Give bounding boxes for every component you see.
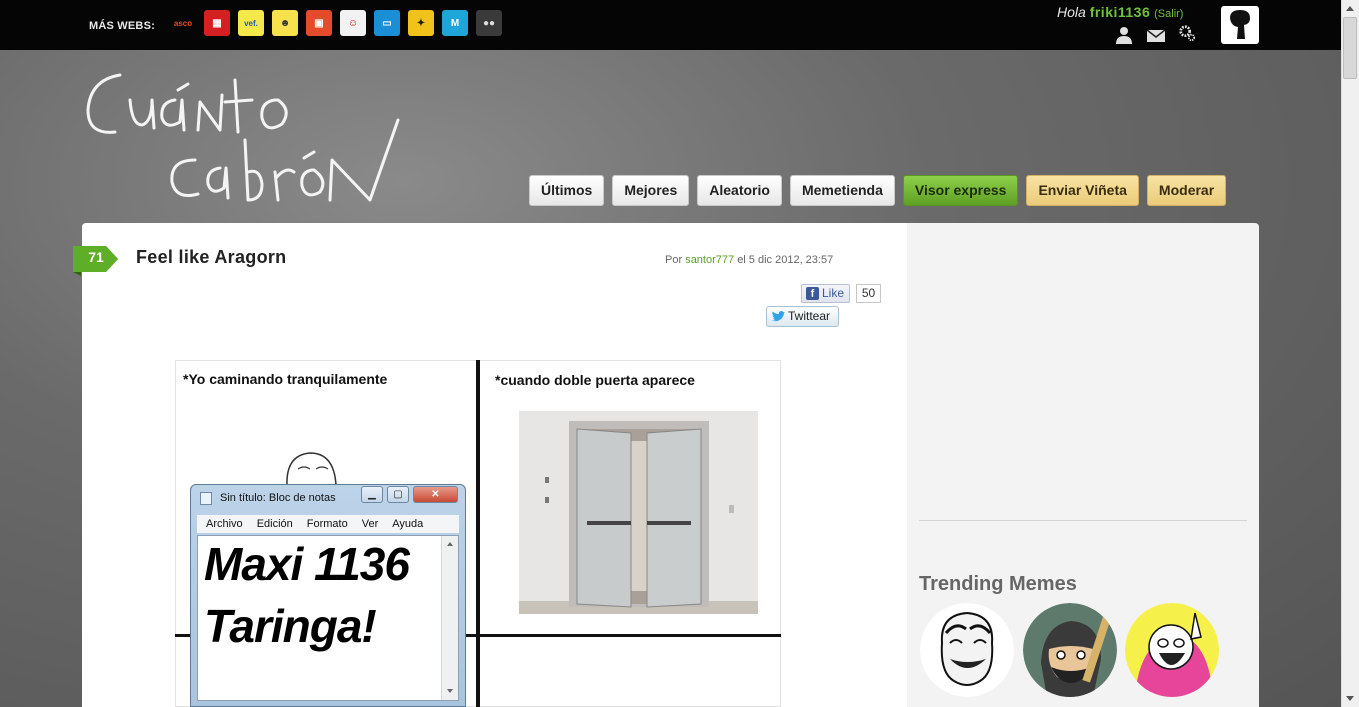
picture-site-icon[interactable]: ▣ bbox=[306, 10, 332, 36]
notepad-app-icon bbox=[200, 492, 212, 505]
like-count: 50 bbox=[856, 284, 881, 303]
panel1-caption: *Yo caminando tranquilamente bbox=[183, 371, 388, 387]
trending-meme-yao-ming[interactable] bbox=[920, 603, 1014, 697]
trending-meme-all-the-things[interactable] bbox=[1125, 603, 1219, 697]
nav-aleatorio[interactable]: Aleatorio bbox=[697, 175, 782, 206]
settings-gear-icon[interactable] bbox=[1177, 24, 1197, 42]
site-logo[interactable] bbox=[80, 60, 410, 220]
twitter-bird-icon bbox=[771, 311, 785, 322]
avatar-silhouette-icon bbox=[1230, 10, 1250, 39]
author-link[interactable]: santor777 bbox=[685, 254, 734, 266]
banana-icon[interactable]: ☻ bbox=[272, 10, 298, 36]
notepad-menu-ver[interactable]: Ver bbox=[362, 518, 379, 530]
scroll-up-icon[interactable] bbox=[1345, 4, 1355, 12]
nav-mejores[interactable]: Mejores bbox=[612, 175, 690, 206]
top-bar: MÁS WEBS: asco ▦ vef. ☻ ▣ ☺ ▭ ✦ M ●● Hola friki11… bbox=[0, 0, 1341, 50]
facebook-icon: f bbox=[806, 287, 819, 300]
score-value: 71 bbox=[88, 249, 104, 265]
notepad-text-area[interactable]: Maxi 1136 Taringa! bbox=[197, 535, 459, 701]
meme-face-icon[interactable]: ☺ bbox=[340, 10, 366, 36]
network-sites: asco ▦ vef. ☻ ▣ ☺ ▭ ✦ M ●● bbox=[170, 10, 510, 36]
logout-link[interactable]: (Salir) bbox=[1154, 8, 1183, 20]
notepad-line-1: Maxi 1136 bbox=[204, 538, 410, 590]
tweet-button[interactable]: Twittear bbox=[766, 306, 839, 327]
notepad-menu-formato[interactable]: Formato bbox=[307, 518, 348, 530]
notepad-scrollbar[interactable] bbox=[441, 536, 458, 700]
asco-de-vida-icon[interactable]: asco bbox=[170, 10, 196, 36]
double-door-illustration bbox=[519, 411, 758, 614]
vef-icon[interactable]: vef. bbox=[238, 10, 264, 36]
close-button[interactable]: ✕ bbox=[413, 486, 458, 503]
notepad-menubar: Archivo Edición Formato Ver Ayuda bbox=[197, 515, 459, 533]
m-site-icon[interactable]: M bbox=[442, 10, 468, 36]
by-prefix: Por bbox=[665, 254, 683, 266]
cat-site-icon[interactable]: ✦ bbox=[408, 10, 434, 36]
calendar-site-icon[interactable]: ▦ bbox=[204, 10, 230, 36]
notepad-scroll-arrows-icon bbox=[447, 542, 453, 693]
post-byline: Por santor777 el 5 dic 2012, 23:57 bbox=[665, 254, 833, 266]
notepad-menu-archivo[interactable]: Archivo bbox=[206, 518, 243, 530]
tweet-label: Twittear bbox=[788, 309, 831, 323]
double-door-photo bbox=[519, 411, 758, 614]
nav-memetienda[interactable]: Memetienda bbox=[789, 175, 895, 206]
tv-site-icon[interactable]: ▭ bbox=[374, 10, 400, 36]
user-profile-icon[interactable] bbox=[1114, 26, 1134, 44]
post-title[interactable]: Feel like Aragorn bbox=[136, 247, 286, 268]
eyes-site-icon[interactable]: ●● bbox=[476, 10, 502, 36]
nav-moderar[interactable]: Moderar bbox=[1146, 175, 1227, 206]
trending-meme-bearded[interactable] bbox=[1023, 603, 1117, 697]
notepad-menu-ayuda[interactable]: Ayuda bbox=[392, 518, 423, 530]
nav-últimos[interactable]: Últimos bbox=[529, 175, 605, 206]
nav-enviar-viñeta[interactable]: Enviar Viñeta bbox=[1026, 175, 1139, 206]
greeting: Hola friki1136 (Salir) bbox=[1057, 4, 1183, 20]
comic-panel-divider bbox=[476, 360, 480, 707]
scroll-down-icon[interactable] bbox=[1345, 695, 1355, 703]
post-date: el 5 dic 2012, 23:57 bbox=[737, 254, 834, 266]
rage-face-drawing bbox=[286, 452, 337, 486]
notepad-line-2: Taringa! bbox=[204, 600, 377, 652]
username-link[interactable]: friki1136 bbox=[1090, 4, 1151, 20]
notepad-menu-edición[interactable]: Edición bbox=[257, 518, 293, 530]
notepad-window[interactable]: Sin título: Bloc de notas ▁ ▢ ✕ Archivo E… bbox=[190, 484, 466, 707]
minimize-button[interactable]: ▁ bbox=[361, 486, 383, 503]
trending-memes-title: Trending Memes bbox=[919, 573, 1077, 595]
panel2-caption: *cuando doble puerta aparece bbox=[495, 372, 695, 388]
main-nav: Últimos Mejores Aleatorio Memetienda Visor e… bbox=[529, 175, 1234, 206]
facebook-like-button[interactable]: f Like bbox=[801, 284, 850, 303]
maximize-button[interactable]: ▢ bbox=[387, 486, 409, 503]
like-label: Like bbox=[822, 286, 845, 300]
page-scrollbar[interactable] bbox=[1341, 0, 1359, 707]
hola-text: Hola bbox=[1057, 4, 1086, 20]
mas-webs-label: MÁS WEBS: bbox=[89, 20, 155, 32]
nav-visor-express[interactable]: Visor express bbox=[902, 175, 1019, 206]
sidebar-divider bbox=[919, 520, 1247, 521]
mail-icon[interactable] bbox=[1146, 26, 1166, 44]
user-avatar[interactable] bbox=[1221, 6, 1259, 44]
page-scroll-thumb[interactable] bbox=[1343, 17, 1357, 79]
notepad-title: Sin título: Bloc de notas bbox=[220, 492, 336, 504]
